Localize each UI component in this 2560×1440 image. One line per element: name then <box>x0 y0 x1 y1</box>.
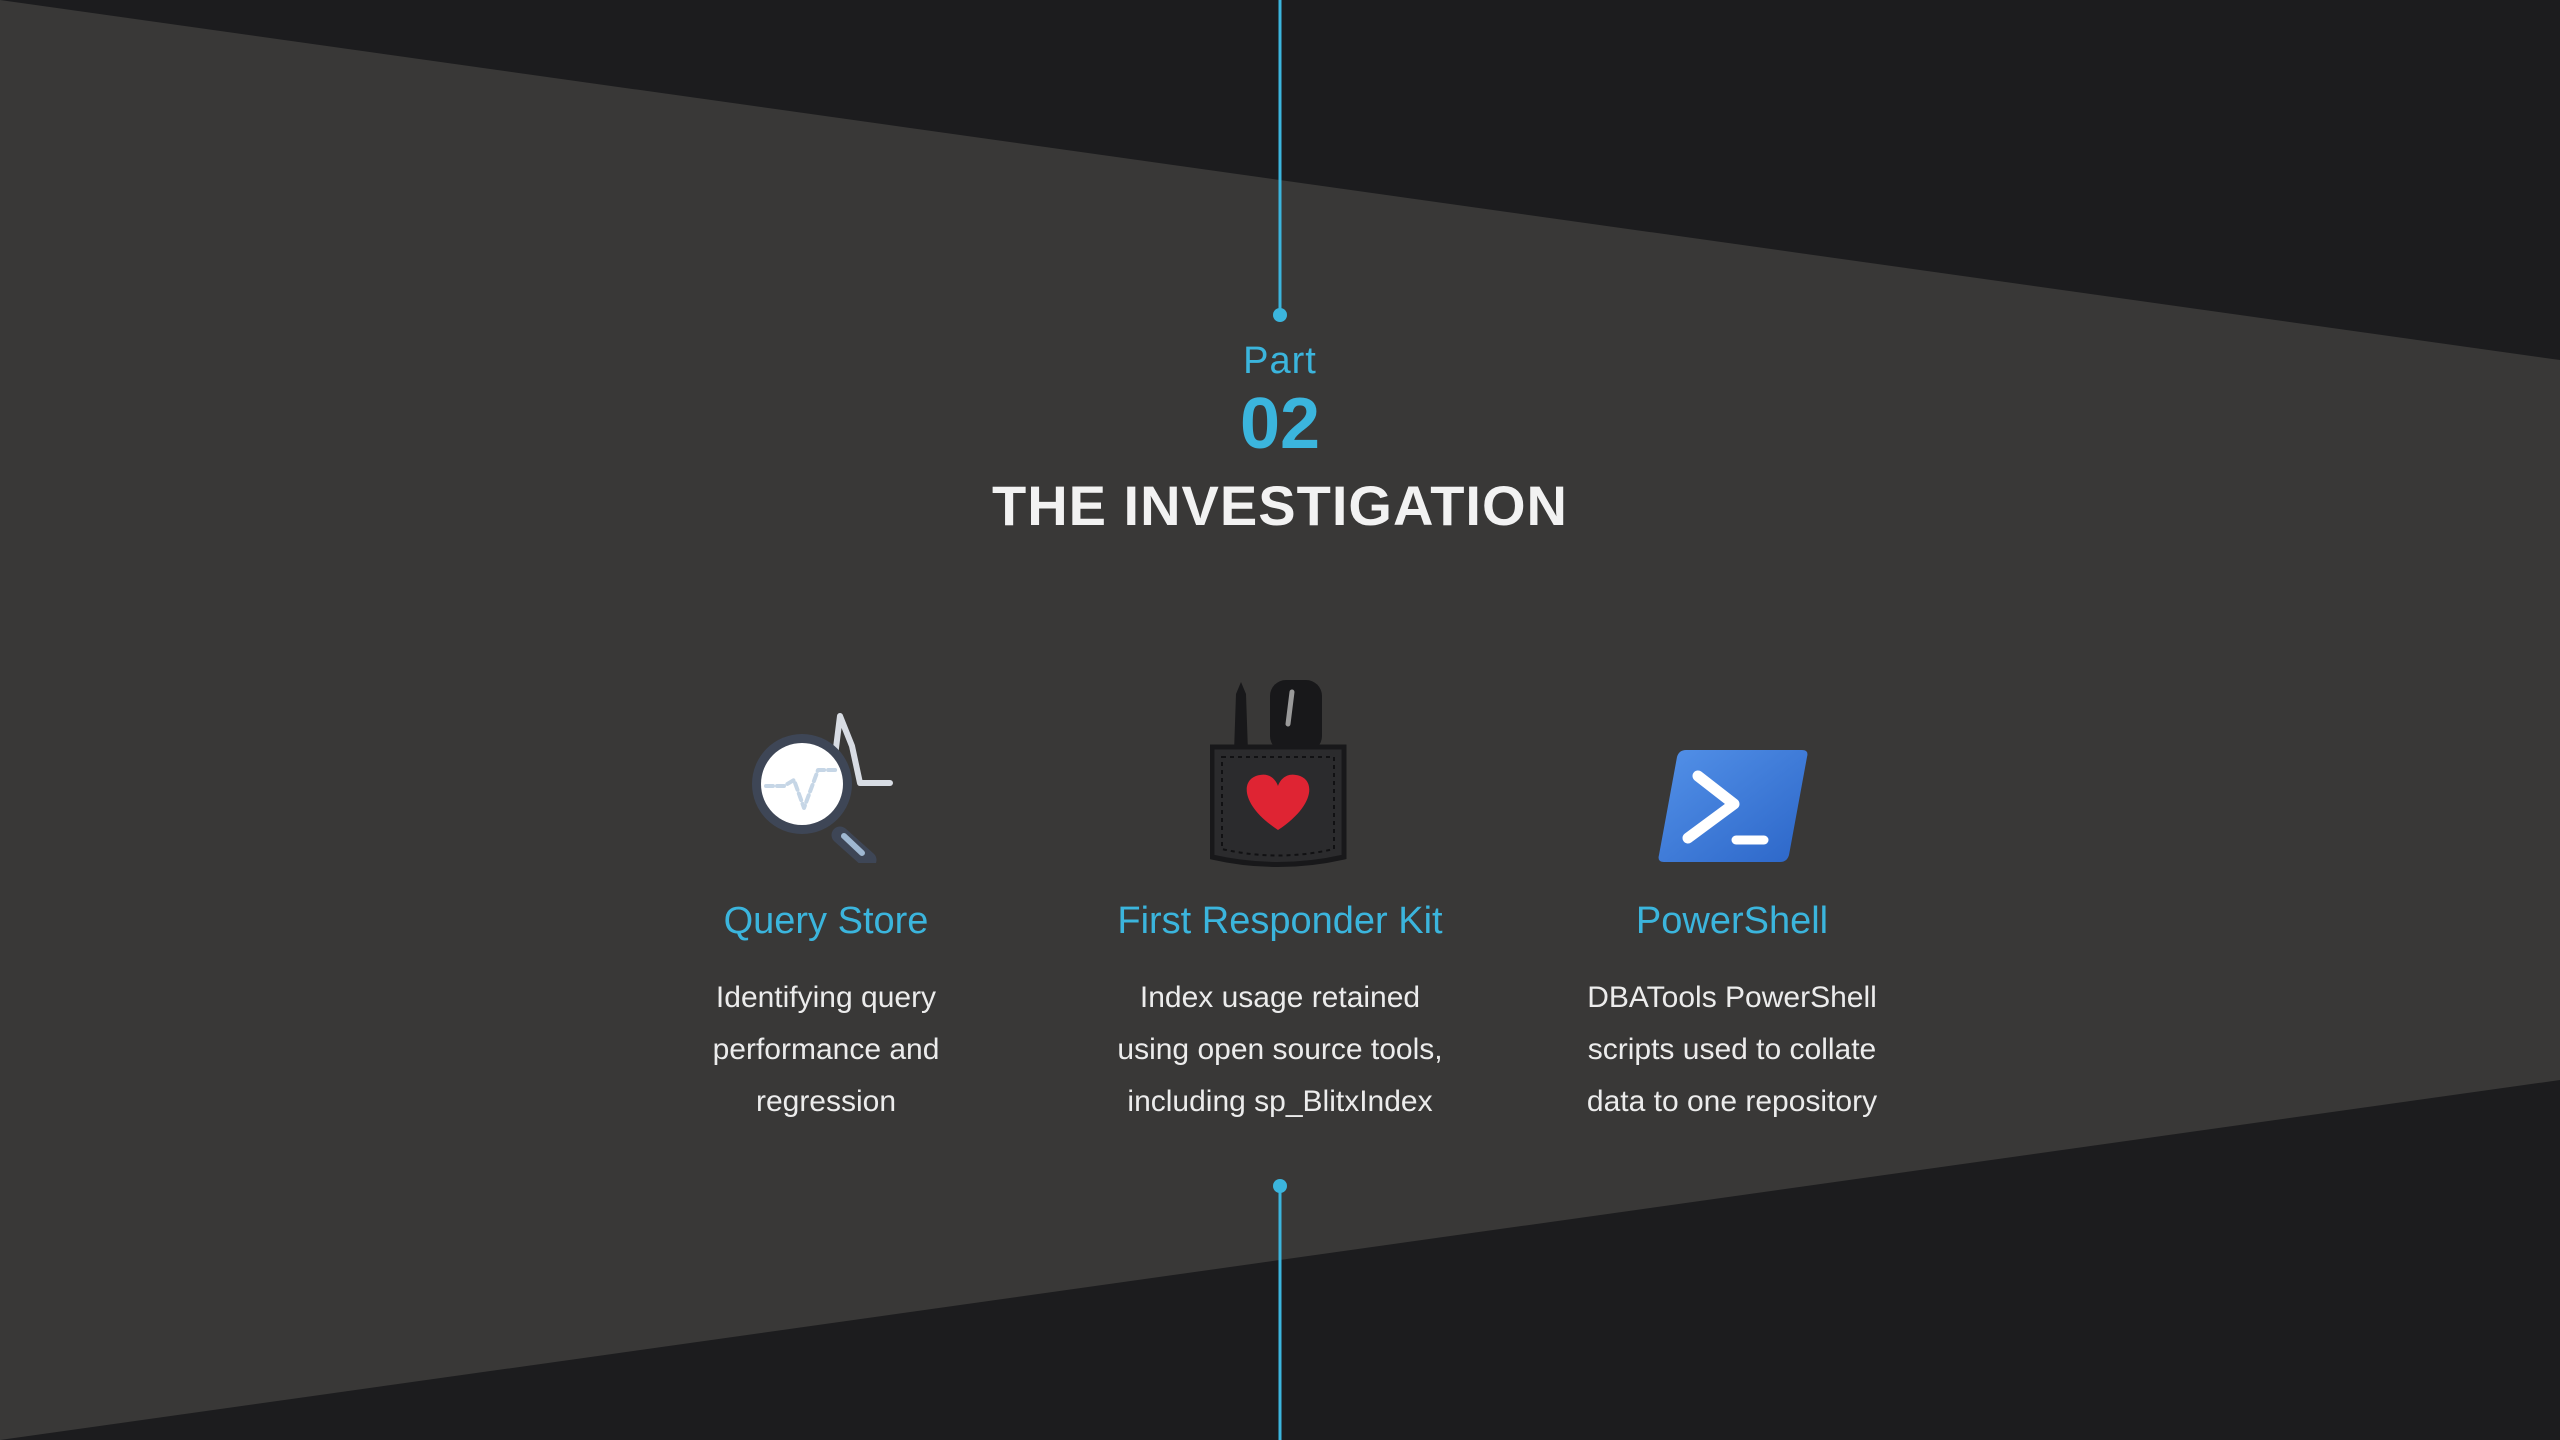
pocket-heart-icon <box>1210 680 1347 867</box>
card-description: Index usage retained using open source t… <box>1117 981 1443 1118</box>
card-title: PowerShell <box>1635 900 1829 942</box>
section-title: THE INVESTIGATION <box>992 474 1568 537</box>
card-title: Query Store <box>723 900 929 942</box>
part-number: 02 <box>1239 384 1321 464</box>
card-description: Identifying query performance and regres… <box>712 981 940 1118</box>
timeline-dot-top <box>1273 308 1287 322</box>
card-description: DBATools PowerShell scripts used to coll… <box>1586 981 1878 1118</box>
magnifier-chart-icon <box>752 713 893 863</box>
part-label: Part <box>1243 340 1317 382</box>
powershell-icon <box>1658 750 1808 862</box>
card-title: First Responder Kit <box>1117 900 1443 942</box>
slide: Part 02 THE INVESTIGATION Query Store Id… <box>0 0 2560 1440</box>
